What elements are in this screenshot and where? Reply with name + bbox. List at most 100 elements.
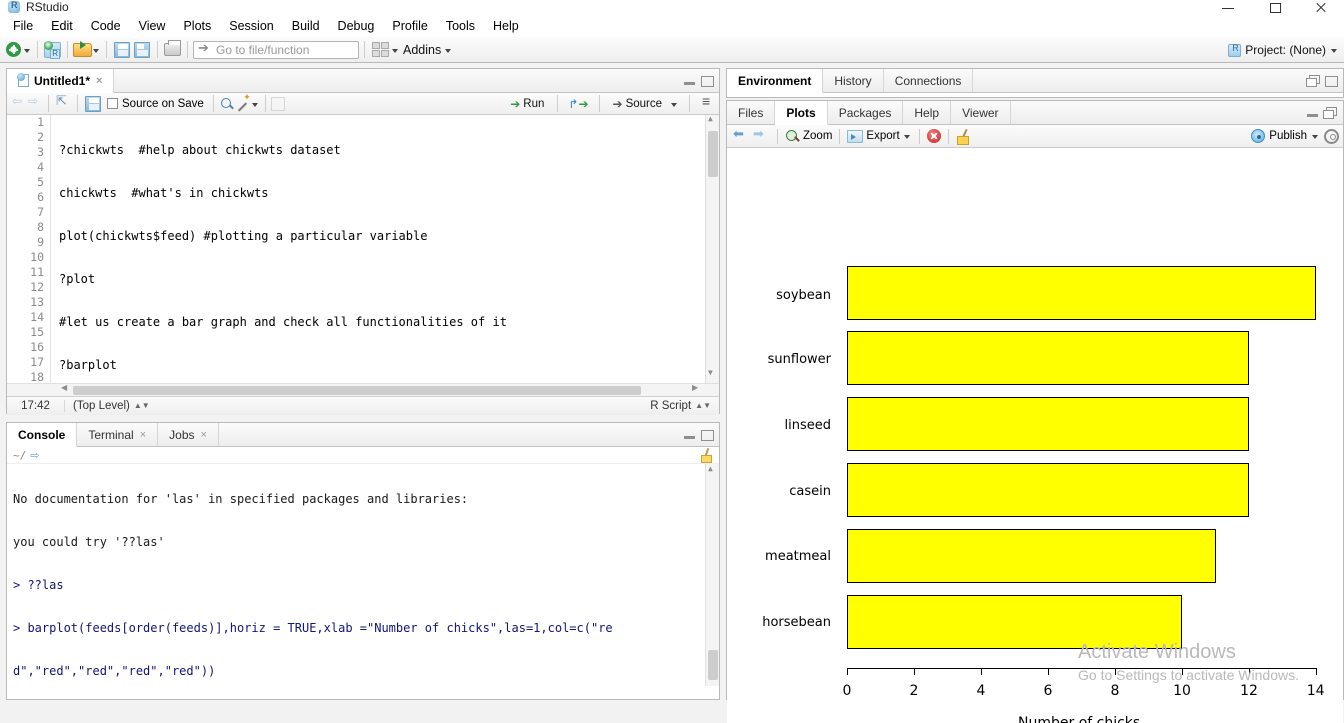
minimize-pane-icon[interactable] bbox=[683, 75, 696, 87]
code-tools-icon[interactable] bbox=[235, 92, 251, 112]
minimize-icon[interactable] bbox=[1206, 0, 1252, 15]
tab-connections[interactable]: Connections bbox=[884, 69, 974, 92]
scroll-left-icon[interactable] bbox=[59, 383, 72, 397]
file-type-selector[interactable]: R Script ▲▼ bbox=[650, 400, 719, 412]
scrollbar-thumb[interactable] bbox=[708, 650, 718, 680]
code-tools-dropdown-icon[interactable] bbox=[251, 95, 260, 113]
console-scrollbar[interactable] bbox=[705, 464, 719, 686]
clear-console-icon[interactable] bbox=[699, 448, 713, 463]
print-icon[interactable] bbox=[164, 40, 181, 56]
export-button-label[interactable]: Export bbox=[866, 130, 899, 142]
line-number: 16 bbox=[30, 340, 44, 354]
export-dropdown-icon[interactable] bbox=[903, 127, 912, 145]
zoom-button-label[interactable]: Zoom bbox=[803, 130, 832, 142]
document-outline-icon[interactable] bbox=[700, 93, 715, 111]
menu-session[interactable]: Session bbox=[220, 17, 282, 35]
workspace-panes-icon[interactable] bbox=[372, 42, 389, 57]
menu-debug[interactable]: Debug bbox=[329, 17, 384, 35]
code-editor[interactable]: 1 2 3 4 5 6 7 8 9 10 11 12 13 14 15 16 1… bbox=[7, 115, 719, 383]
tab-console[interactable]: Console bbox=[7, 423, 78, 447]
scrollbar-thumb[interactable] bbox=[73, 386, 641, 395]
rerun-button[interactable]: ↱ ➔ bbox=[568, 97, 588, 111]
menu-code[interactable]: Code bbox=[82, 17, 130, 35]
clear-all-plots-icon[interactable] bbox=[956, 129, 971, 145]
checkbox-icon[interactable] bbox=[107, 98, 118, 109]
back-arrow-icon[interactable] bbox=[11, 94, 27, 112]
close-icon[interactable]: × bbox=[140, 429, 146, 441]
restore-pane-icon[interactable] bbox=[1306, 74, 1320, 87]
show-in-new-window-icon[interactable] bbox=[54, 93, 72, 113]
minimize-pane-icon[interactable] bbox=[683, 429, 696, 441]
scope-selector[interactable]: (Top Level) ▲▼ bbox=[65, 400, 150, 412]
export-icon[interactable] bbox=[847, 129, 864, 143]
menu-file[interactable]: File bbox=[4, 17, 42, 35]
scroll-up-icon[interactable] bbox=[706, 115, 719, 129]
menu-build[interactable]: Build bbox=[283, 17, 329, 35]
close-icon[interactable]: × bbox=[96, 75, 102, 87]
save-icon[interactable] bbox=[114, 41, 130, 58]
remove-plot-icon[interactable] bbox=[926, 129, 941, 143]
forward-arrow-icon[interactable] bbox=[753, 126, 770, 144]
menu-plots[interactable]: Plots bbox=[174, 17, 220, 35]
find-replace-icon[interactable] bbox=[219, 96, 235, 112]
new-file-dropdown-icon[interactable] bbox=[23, 41, 32, 59]
tab-terminal[interactable]: Terminal × bbox=[77, 423, 159, 446]
tab-plots[interactable]: Plots bbox=[775, 101, 828, 125]
x-tick-label: 4 bbox=[976, 683, 986, 699]
save-all-icon[interactable] bbox=[134, 41, 150, 58]
open-file-icon[interactable] bbox=[73, 40, 92, 57]
chevron-updown-icon[interactable]: ▲▼ bbox=[134, 402, 150, 410]
panes-dropdown-icon[interactable] bbox=[391, 41, 400, 59]
tab-viewer[interactable]: Viewer bbox=[951, 101, 1011, 124]
new-file-icon[interactable] bbox=[6, 42, 21, 57]
maximize-pane-icon[interactable] bbox=[700, 75, 714, 87]
zoom-icon[interactable] bbox=[785, 129, 800, 144]
scroll-down-icon[interactable] bbox=[706, 368, 719, 383]
scroll-right-icon[interactable] bbox=[690, 383, 703, 397]
menu-tools[interactable]: Tools bbox=[437, 17, 484, 35]
chevron-updown-icon[interactable]: ▲▼ bbox=[695, 402, 711, 410]
menu-profile[interactable]: Profile bbox=[383, 17, 436, 35]
maximize-pane-icon[interactable] bbox=[1324, 75, 1338, 87]
maximize-pane-icon[interactable] bbox=[700, 429, 714, 441]
source-button[interactable]: ➔ Source bbox=[610, 97, 666, 111]
minimize-pane-icon[interactable] bbox=[1306, 107, 1319, 119]
new-project-icon[interactable] bbox=[44, 40, 61, 59]
menu-edit[interactable]: Edit bbox=[42, 17, 82, 35]
tab-files[interactable]: Files bbox=[727, 101, 776, 124]
source-on-save-toggle[interactable]: Source on Save bbox=[103, 98, 208, 110]
scrollbar-thumb[interactable] bbox=[708, 131, 718, 177]
project-selector[interactable]: Project: (None) bbox=[1228, 40, 1340, 60]
tab-jobs[interactable]: Jobs × bbox=[158, 423, 219, 446]
close-icon[interactable] bbox=[1298, 0, 1344, 15]
project-dropdown-icon[interactable] bbox=[1330, 43, 1340, 57]
open-directory-icon[interactable]: ⇨ bbox=[30, 449, 39, 462]
editor-horizontal-scrollbar[interactable] bbox=[7, 383, 719, 396]
addins-button[interactable]: Addins bbox=[400, 43, 444, 57]
maximize-icon[interactable] bbox=[1252, 0, 1298, 15]
tab-history[interactable]: History bbox=[823, 69, 884, 92]
gear-icon[interactable] bbox=[1324, 128, 1339, 144]
console-output[interactable]: No documentation for 'las' in specified … bbox=[7, 464, 719, 686]
plot-canvas[interactable]: soybean sunflower linseed casein meatmea… bbox=[727, 148, 1343, 723]
source-dropdown-icon[interactable] bbox=[670, 95, 679, 113]
restore-pane-icon[interactable] bbox=[1323, 106, 1337, 119]
publish-button[interactable]: Publish bbox=[1251, 127, 1343, 145]
tab-packages[interactable]: Packages bbox=[828, 101, 904, 124]
run-button[interactable]: ➔ Run bbox=[507, 97, 547, 111]
compile-report-icon[interactable] bbox=[270, 96, 285, 111]
source-tab-untitled1[interactable]: Untitled1* × bbox=[7, 69, 115, 93]
menu-help[interactable]: Help bbox=[484, 17, 528, 35]
publish-dropdown-icon[interactable] bbox=[1311, 127, 1320, 145]
save-icon[interactable] bbox=[85, 95, 101, 112]
back-arrow-icon[interactable] bbox=[733, 126, 750, 144]
goto-file-function-input[interactable]: Go to file/function bbox=[193, 40, 359, 59]
addins-dropdown-icon[interactable] bbox=[444, 41, 453, 59]
menu-view[interactable]: View bbox=[130, 17, 175, 35]
forward-arrow-icon[interactable] bbox=[27, 94, 43, 112]
open-file-dropdown-icon[interactable] bbox=[92, 41, 101, 59]
tab-help[interactable]: Help bbox=[903, 101, 952, 124]
tab-environment[interactable]: Environment bbox=[727, 69, 824, 93]
editor-vertical-scrollbar[interactable] bbox=[705, 115, 719, 383]
close-icon[interactable]: × bbox=[201, 429, 207, 441]
